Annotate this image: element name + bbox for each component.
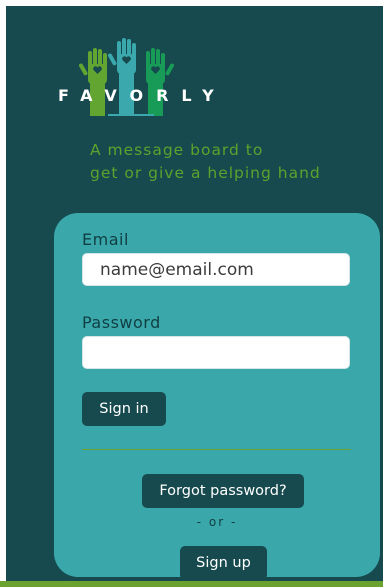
app-screen: FAVORLY A message board to get or give a… <box>6 6 383 581</box>
or-separator: - or - <box>196 515 238 529</box>
brand-underline <box>108 114 154 116</box>
password-label: Password <box>82 313 161 332</box>
tagline-line-1: A message board to <box>90 141 264 159</box>
tagline: A message board to get or give a helping… <box>90 139 321 185</box>
divider <box>82 449 351 450</box>
email-field[interactable] <box>82 253 350 286</box>
sign-in-button[interactable]: Sign in <box>82 392 166 426</box>
email-label: Email <box>82 230 129 249</box>
forgot-password-button[interactable]: Forgot password? <box>142 474 304 508</box>
brand-logo: FAVORLY <box>58 38 228 124</box>
sign-up-button[interactable]: Sign up <box>180 546 267 580</box>
brand-name: FAVORLY <box>58 86 227 105</box>
password-field[interactable] <box>82 336 350 369</box>
tagline-line-2: get or give a helping hand <box>90 164 321 182</box>
bottom-accent-bar <box>0 581 383 587</box>
sign-in-card: Email Password Sign in Forgot password? … <box>54 213 380 580</box>
